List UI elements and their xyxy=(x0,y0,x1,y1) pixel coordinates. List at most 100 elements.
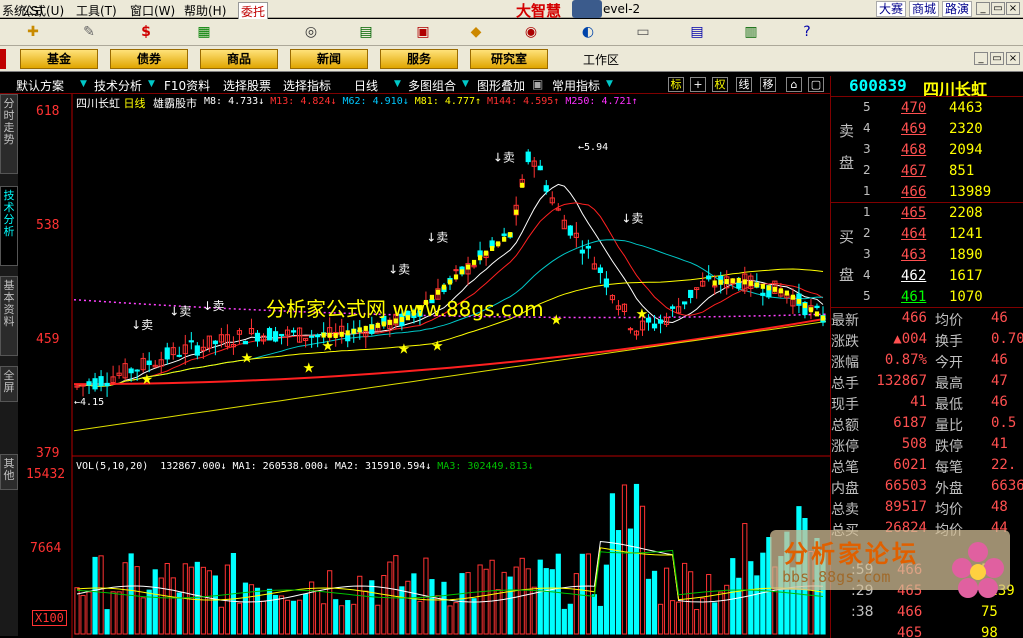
func-default-scheme[interactable]: 默认方案 xyxy=(16,77,64,94)
buy-row[interactable]: 3 463 1890 xyxy=(831,245,1023,266)
stat-label: 涨停 xyxy=(831,439,859,455)
volume-bar xyxy=(549,569,555,635)
filter-icon[interactable]: ◉ xyxy=(520,22,542,42)
dollar-icon[interactable]: $ xyxy=(135,22,157,42)
menu-formula[interactable]: 公式(U) xyxy=(22,2,64,19)
menu-window[interactable]: 窗口(W) xyxy=(130,2,175,19)
tab-technical[interactable]: 技术分析 xyxy=(0,186,18,266)
printer-icon[interactable]: ▭ xyxy=(632,22,654,42)
report-icon[interactable]: ▣ xyxy=(412,22,434,42)
buy-row[interactable]: 4 462 1617 xyxy=(831,266,1023,287)
dropdown-arrow-icon[interactable]: ▼ xyxy=(148,79,155,89)
ma-legend-item: M144: 4.595↑ xyxy=(487,96,559,107)
info-icon[interactable]: ◐ xyxy=(577,22,599,42)
tab-fundamentals[interactable]: 基本资料 xyxy=(0,276,18,356)
diamond-icon[interactable]: ◆ xyxy=(465,22,487,42)
sell-row[interactable]: 1 466 13989 xyxy=(831,182,1023,203)
signal-bar xyxy=(496,241,501,247)
toggle-line[interactable]: 线 xyxy=(736,77,752,92)
help-cursor-icon[interactable]: ? xyxy=(796,22,818,42)
sell-row[interactable]: 3 468 2094 xyxy=(831,140,1023,161)
vol-legend-item: MA3: 302449.813↓ xyxy=(437,461,533,472)
func-f10[interactable]: F10资料 xyxy=(164,77,210,94)
sell-price[interactable]: 467 xyxy=(901,163,926,179)
candle-body xyxy=(104,382,110,387)
candle-body xyxy=(657,319,664,324)
quicklink-roadshow[interactable]: 路演 xyxy=(942,1,973,17)
crosshair-toggle-icon[interactable]: + xyxy=(690,77,706,92)
buy-row[interactable]: 1 465 2208 xyxy=(831,203,1023,224)
menu-help[interactable]: 帮助(H) xyxy=(184,2,226,19)
tab-fullscreen[interactable]: 全屏 xyxy=(0,366,18,402)
lock-icon[interactable]: ▣ xyxy=(532,77,543,91)
sell-price[interactable]: 466 xyxy=(901,184,926,200)
menu-bar: 系统(S) 公式(U) 工具(T) 窗口(W) 帮助(H) 委托 大智慧 eve… xyxy=(0,0,1023,21)
sell-row[interactable]: 2 467 851 xyxy=(831,161,1023,182)
func-daily[interactable]: 日线 xyxy=(354,77,378,94)
stat-value: ▲004 xyxy=(893,331,927,347)
binoculars-icon[interactable]: ◎ xyxy=(300,22,322,42)
y-label-618: 618 xyxy=(36,104,60,119)
ma-legend-item: M250: 4.721↑ xyxy=(565,96,637,107)
candle-body xyxy=(98,376,104,387)
category-service[interactable]: 服务 xyxy=(380,49,458,69)
category-news[interactable]: 新闻 xyxy=(290,49,368,69)
toggle-label[interactable]: 标 xyxy=(668,77,684,92)
books-icon[interactable]: ▥ xyxy=(740,22,762,42)
buy-price[interactable]: 464 xyxy=(901,226,926,242)
quicklink-mall[interactable]: 商城 xyxy=(909,1,940,17)
ma-legend: M8: 4.733↓ M13: 4.824↓ M62: 4.910↓ M81: 4.7… xyxy=(204,96,644,107)
sub-minimize-icon[interactable]: _ xyxy=(974,52,988,65)
dropdown-arrow-icon[interactable]: ▼ xyxy=(394,79,401,89)
buy-row[interactable]: 5 461 1070 xyxy=(831,287,1023,308)
close-icon[interactable]: × xyxy=(1006,2,1020,15)
crosshair-icon[interactable]: ✚ xyxy=(22,22,44,42)
dropdown-arrow-icon[interactable]: ▼ xyxy=(80,79,87,89)
sell-level: 2 xyxy=(863,163,871,177)
func-select-indicator[interactable]: 选择指标 xyxy=(283,77,331,94)
func-overlay[interactable]: 图形叠加 xyxy=(477,77,525,94)
sub-close-icon[interactable]: × xyxy=(1006,52,1020,65)
buy-price[interactable]: 465 xyxy=(901,205,926,221)
buy-price[interactable]: 461 xyxy=(901,289,926,305)
candle-body xyxy=(164,347,170,360)
volume-bar xyxy=(429,579,435,635)
sell-row[interactable]: 5 470 4463 xyxy=(831,98,1023,119)
up-icon[interactable]: ⌂ xyxy=(786,77,802,92)
kline-chart[interactable]: ★ ★ ★ ★ ★ ★ ★ ★ ↓卖 ↓卖 ↓卖 ↓卖 ↓卖 ↓卖 ↓卖 分析家公式网 www.88gs.c… xyxy=(18,94,830,638)
sell-price[interactable]: 469 xyxy=(901,121,926,137)
sell-price[interactable]: 470 xyxy=(901,100,926,116)
dropdown-arrow-icon[interactable]: ▼ xyxy=(606,79,613,89)
buy-row[interactable]: 2 464 1241 xyxy=(831,224,1023,245)
sell-price[interactable]: 468 xyxy=(901,142,926,158)
grid-icon[interactable]: ▤ xyxy=(355,22,377,42)
func-select-stock[interactable]: 选择股票 xyxy=(223,77,271,94)
chart-icon[interactable]: ▦ xyxy=(193,22,215,42)
category-commodity[interactable]: 商品 xyxy=(200,49,278,69)
dropdown-arrow-icon[interactable]: ▼ xyxy=(462,79,469,89)
more-icon[interactable]: ▢ xyxy=(808,77,824,92)
buy-price[interactable]: 462 xyxy=(901,268,926,284)
sell-row[interactable]: 4 469 2320 xyxy=(831,119,1023,140)
candle-body xyxy=(579,249,585,254)
tab-intraday[interactable]: 分时走势 xyxy=(0,94,18,174)
restore-icon[interactable]: ▭ xyxy=(991,2,1005,15)
toggle-rights[interactable]: 权 xyxy=(712,77,728,92)
menu-tools[interactable]: 工具(T) xyxy=(76,2,117,19)
ruler-icon[interactable]: ✎ xyxy=(78,22,100,42)
minimize-icon[interactable]: _ xyxy=(976,2,990,15)
toggle-move[interactable]: 移 xyxy=(760,77,776,92)
category-research[interactable]: 研究室 xyxy=(470,49,548,69)
stat-value-2: 48 xyxy=(991,499,1008,515)
window-icon[interactable]: ▤ xyxy=(686,22,708,42)
category-bond[interactable]: 债券 xyxy=(110,49,188,69)
buy-price[interactable]: 463 xyxy=(901,247,926,263)
func-multi-chart[interactable]: 多图组合 xyxy=(408,77,456,94)
category-fund[interactable]: 基金 xyxy=(20,49,98,69)
quicklink-contest[interactable]: 大赛 xyxy=(876,1,907,17)
tab-other[interactable]: 其他 xyxy=(0,454,18,490)
sub-restore-icon[interactable]: ▭ xyxy=(990,52,1004,65)
func-technical-analysis[interactable]: 技术分析 xyxy=(94,77,142,94)
func-common-indicators[interactable]: 常用指标 xyxy=(552,77,600,94)
stat-value-2: 41 xyxy=(991,436,1008,452)
